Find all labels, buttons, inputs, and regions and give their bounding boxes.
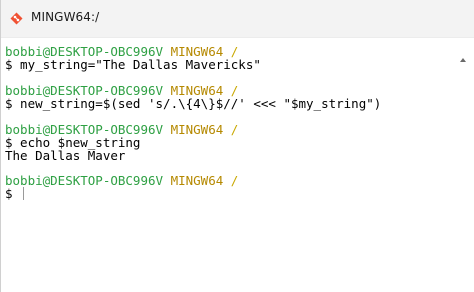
output-line: The Dallas Maver [5, 148, 126, 163]
prompt-host: MINGW64 [170, 122, 224, 137]
vertical-scrollbar[interactable] [460, 44, 472, 290]
scroll-up-arrow-icon[interactable] [460, 58, 466, 62]
command-line: $ new_string=$(sed 's/.\{4\}$//' <<< "$m… [5, 96, 382, 111]
prompt-line: bobbi@DESKTOP-OBC996V MINGW64 / [5, 174, 238, 188]
input-prompt: $ [5, 186, 21, 201]
git-bash-icon [10, 12, 23, 25]
title-bar[interactable]: MINGW64:/ [1, 0, 474, 38]
window-title: MINGW64:/ [31, 10, 100, 24]
terminal-window: MINGW64:/ bobbi@DESKTOP-OBC996V MINGW64 … [0, 0, 474, 292]
prompt-path: / [230, 173, 239, 188]
input-line[interactable]: $ [5, 186, 25, 201]
prompt-user: bobbi@DESKTOP-OBC996V [5, 173, 164, 188]
text-cursor [23, 187, 25, 200]
command-line: $ my_string="The Dallas Mavericks" [5, 57, 261, 72]
prompt-path: / [230, 122, 239, 137]
terminal-output[interactable]: bobbi@DESKTOP-OBC996V MINGW64 / $ my_str… [1, 38, 474, 292]
prompt-host: MINGW64 [170, 173, 224, 188]
